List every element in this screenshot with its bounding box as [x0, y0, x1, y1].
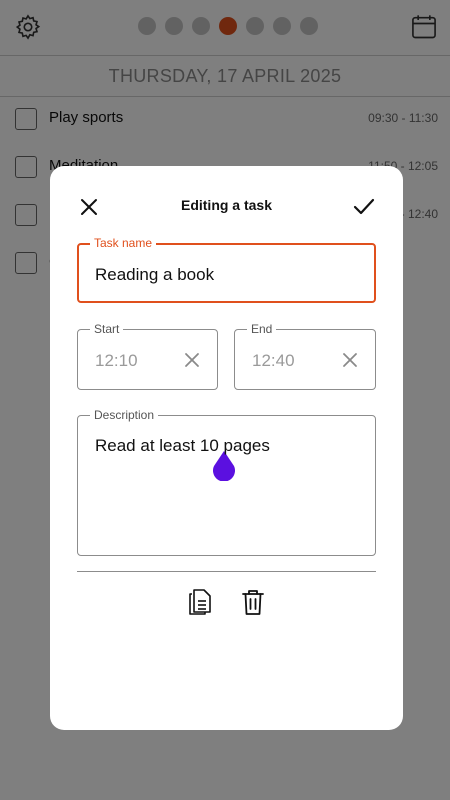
description-value: Read at least 10 pages [95, 436, 270, 455]
start-value: 12:10 [95, 351, 138, 370]
end-time-field[interactable]: End 12:40 [234, 322, 376, 390]
duplicate-button[interactable] [186, 587, 214, 617]
end-value: 12:40 [252, 351, 295, 370]
divider [77, 571, 376, 572]
start-time-field[interactable]: Start 12:10 [77, 322, 218, 390]
end-label: End [247, 322, 277, 336]
clear-end-button[interactable] [341, 351, 359, 369]
description-field[interactable]: Description Read at least 10 pages [77, 408, 376, 556]
task-name-field[interactable]: Task name Reading a book [77, 236, 376, 303]
copy-icon [189, 589, 211, 615]
delete-button[interactable] [239, 587, 267, 617]
task-name-label: Task name [90, 236, 157, 250]
clear-icon [185, 353, 199, 367]
confirm-button[interactable] [351, 194, 377, 220]
trash-icon [242, 590, 264, 615]
edit-task-dialog: Editing a task Task name Reading a book … [50, 166, 403, 730]
clear-start-button[interactable] [183, 351, 201, 369]
start-label: Start [90, 322, 124, 336]
check-icon [353, 198, 375, 215]
clear-icon [343, 353, 357, 367]
task-name-value: Reading a book [95, 265, 215, 284]
description-label: Description [90, 408, 159, 422]
